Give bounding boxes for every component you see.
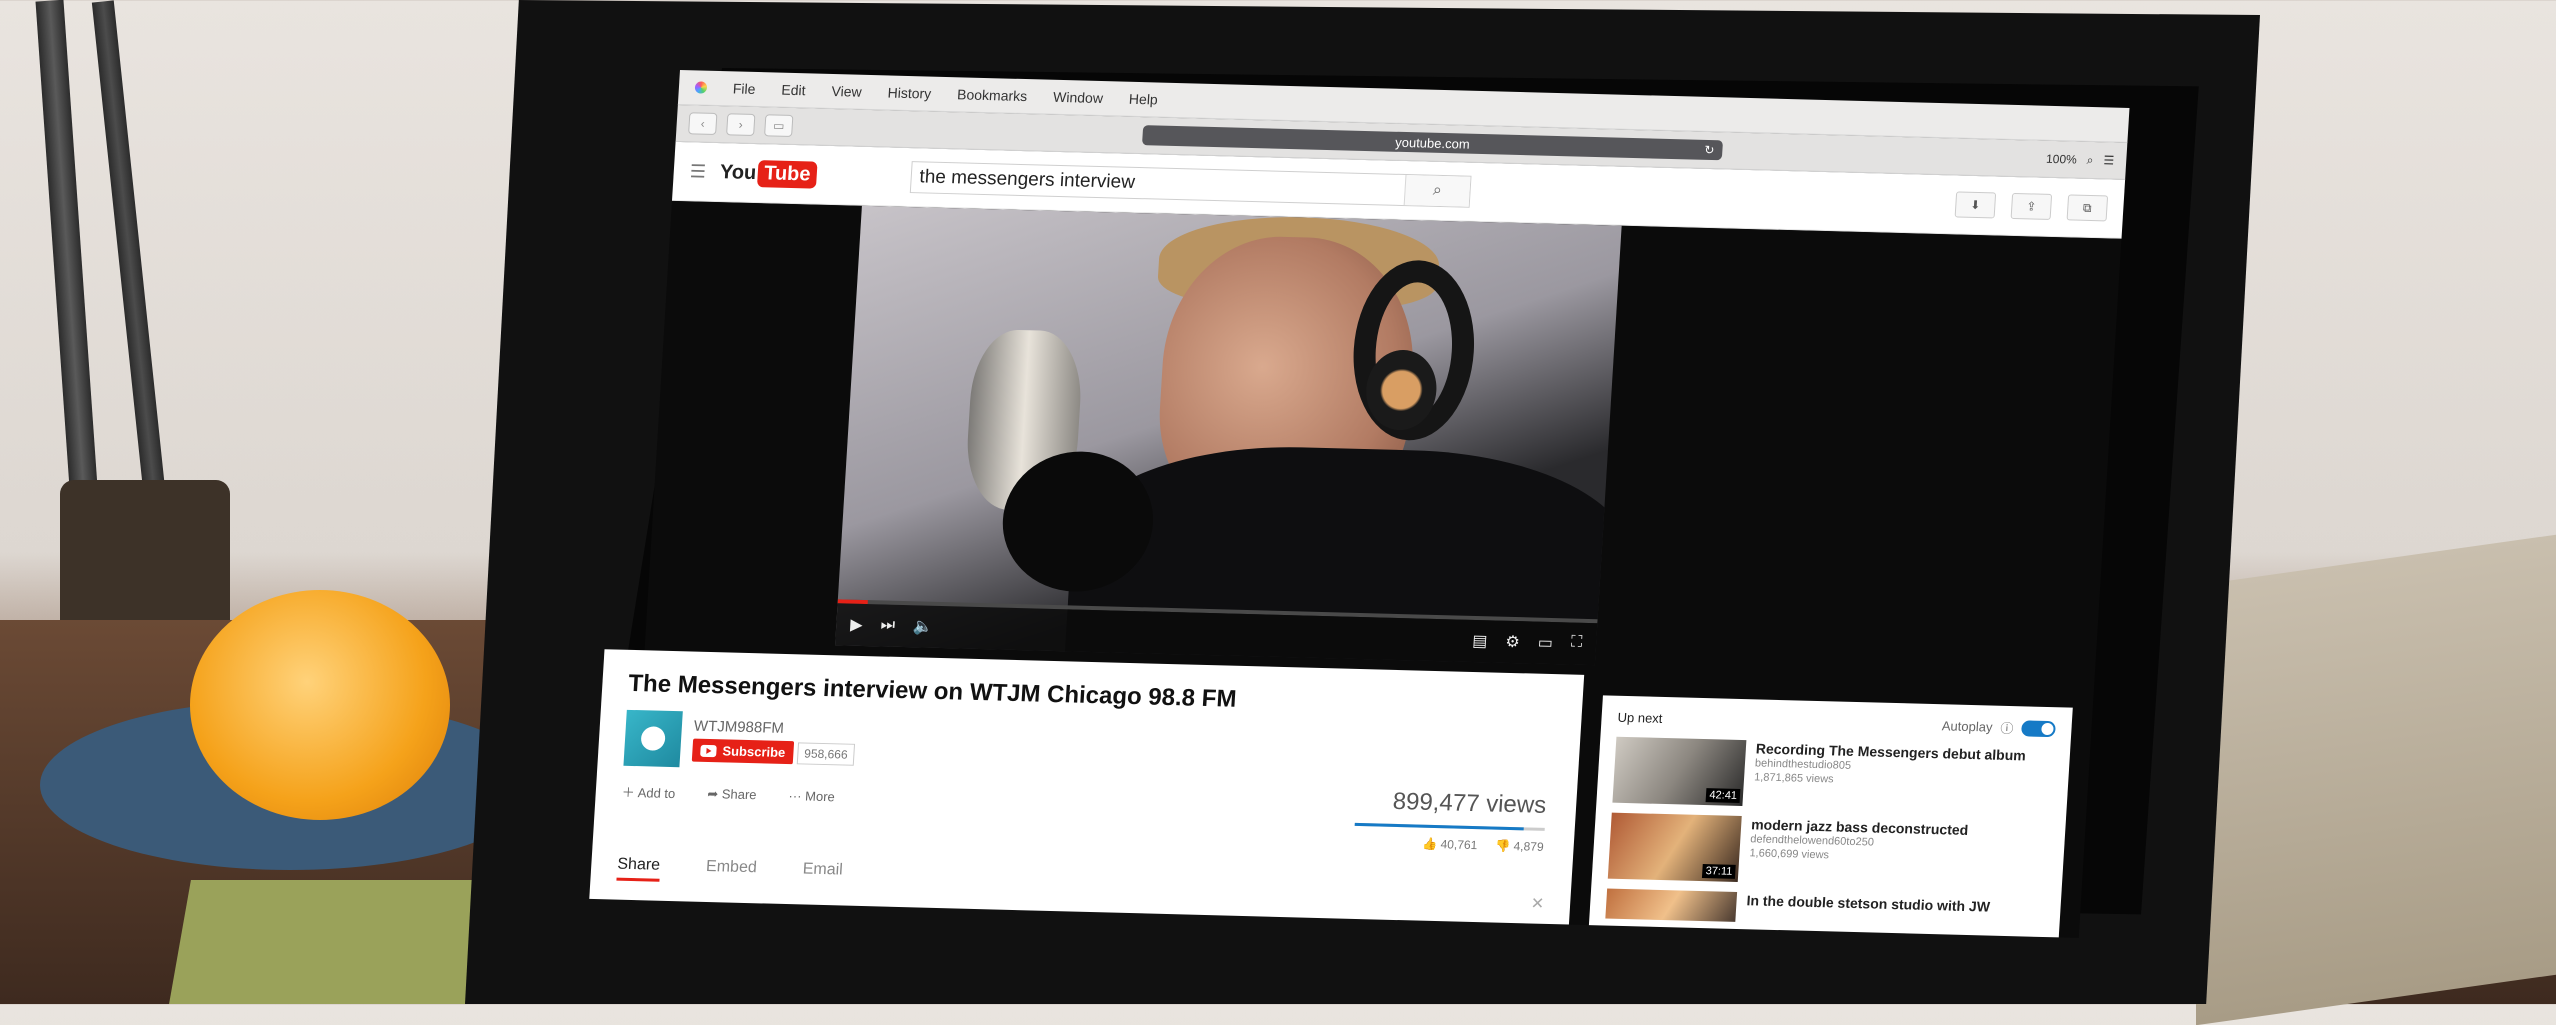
list-item[interactable]: 42:41 Recording The Messengers debut alb… bbox=[1612, 736, 2054, 814]
fullscreen-icon[interactable]: ⛶ bbox=[1570, 634, 1582, 654]
channel-name[interactable]: WTJM988FM bbox=[693, 718, 856, 739]
url-text: youtube.com bbox=[1394, 134, 1471, 152]
video-info-panel: The Messengers interview on WTJM Chicago… bbox=[589, 649, 1585, 925]
youtube-logo[interactable]: You Tube bbox=[719, 159, 818, 189]
duration-badge: 37:11 bbox=[1702, 864, 1736, 879]
share-label: Share bbox=[721, 785, 758, 802]
video-thumbnail[interactable]: 42:41 bbox=[1612, 736, 1747, 807]
share-tabs: Share Embed Email bbox=[616, 855, 843, 887]
share-arrow-icon: ➦ bbox=[706, 785, 719, 801]
channel-avatar[interactable] bbox=[623, 709, 683, 768]
item-title[interactable]: In the double stetson studio with JW bbox=[1746, 892, 1990, 914]
volume-icon[interactable]: 🔈 bbox=[912, 616, 933, 636]
add-to-label: Add to bbox=[637, 785, 676, 802]
list-item[interactable]: 37:11 modern jazz bass deconstructed def… bbox=[1607, 812, 2050, 890]
menu-edit[interactable]: Edit bbox=[781, 82, 806, 99]
lamp-pole bbox=[35, 0, 103, 561]
share-button[interactable]: ➦ Share bbox=[707, 785, 757, 802]
subscribe-button[interactable]: Subscribe bbox=[691, 738, 795, 765]
apple-icon[interactable] bbox=[694, 81, 708, 94]
page-content: ▶ ⏭ 🔈 ▤ ⚙ ▭ ⛶ The Messengers interview o… bbox=[589, 200, 2122, 938]
like-button[interactable]: 👍 40,761 bbox=[1422, 837, 1478, 852]
duration-badge: 42:41 bbox=[1706, 788, 1741, 803]
list-icon[interactable]: ☰ bbox=[2103, 153, 2115, 167]
captions-icon[interactable]: ▤ bbox=[1472, 631, 1488, 651]
info-icon[interactable]: ⓘ bbox=[2000, 718, 2014, 737]
video-thumbnail[interactable] bbox=[1605, 888, 1738, 922]
tab-share[interactable]: Share bbox=[616, 855, 661, 882]
lamp-pole bbox=[91, 0, 171, 540]
zoom-status: 100% ⌕ ☰ bbox=[2046, 151, 2115, 168]
like-ratio-fill bbox=[1354, 822, 1524, 831]
settings-icon[interactable]: ⚙ bbox=[1505, 632, 1521, 652]
logo-tube: Tube bbox=[757, 159, 818, 189]
dislike-button[interactable]: 👎 4,879 bbox=[1495, 839, 1544, 854]
orange bbox=[190, 590, 450, 820]
list-item[interactable]: In the double stetson studio with JW bbox=[1605, 888, 2045, 930]
autoplay-label: Autoplay bbox=[1941, 718, 1993, 735]
paper-stack bbox=[2196, 534, 2556, 1025]
guide-menu-icon[interactable]: ☰ bbox=[689, 161, 706, 182]
channel-row: WTJM988FM Subscribe 958,666 bbox=[623, 709, 1554, 790]
tabs-icon[interactable]: ⧉ bbox=[2066, 194, 2109, 222]
plus-icon: ＋ bbox=[621, 784, 636, 801]
menu-view[interactable]: View bbox=[831, 83, 862, 100]
player-controls-right: ▤ ⚙ ▭ ⛶ bbox=[1472, 631, 1583, 654]
youtube-play-icon bbox=[700, 744, 717, 757]
search-icon[interactable]: ⌕ bbox=[2086, 152, 2094, 167]
tab-embed[interactable]: Embed bbox=[705, 858, 758, 884]
subscriber-count: 958,666 bbox=[796, 741, 856, 766]
sidebar-toggle-button[interactable]: ▭ bbox=[764, 114, 794, 137]
search-box[interactable]: the messengers interview ⌕ bbox=[909, 161, 1472, 208]
zoom-level: 100% bbox=[2045, 151, 2078, 167]
tab-email[interactable]: Email bbox=[802, 860, 843, 886]
thumbs-up-icon: 👍 bbox=[1421, 836, 1438, 852]
more-dots-icon: ··· bbox=[788, 788, 803, 804]
autoplay-toggle[interactable] bbox=[2021, 719, 2056, 737]
share-icon[interactable]: ⇪ bbox=[2010, 192, 2053, 220]
download-icon[interactable]: ⬇ bbox=[1954, 191, 1997, 219]
view-count: 899,477 views bbox=[1391, 787, 1547, 819]
search-icon: ⌕ bbox=[1432, 181, 1443, 199]
menu-file[interactable]: File bbox=[732, 80, 756, 97]
close-icon[interactable]: ✕ bbox=[1530, 894, 1545, 914]
menu-bookmarks[interactable]: Bookmarks bbox=[957, 86, 1028, 104]
more-label: More bbox=[804, 788, 836, 805]
dislike-count: 4,879 bbox=[1513, 839, 1545, 854]
header-right: ⬇ ⇪ ⧉ bbox=[1954, 191, 2109, 222]
more-button[interactable]: ··· More bbox=[788, 788, 835, 804]
up-next-panel: Up next Autoplay ⓘ 42:41 Recording The M… bbox=[1588, 695, 2073, 938]
up-next-label: Up next bbox=[1617, 709, 1663, 726]
subscribe-wrap: Subscribe 958,666 bbox=[691, 738, 856, 766]
subscribe-label: Subscribe bbox=[722, 743, 786, 760]
browser-window: File Edit View History Bookmarks Window … bbox=[589, 70, 2130, 977]
next-icon[interactable]: ⏭ bbox=[880, 616, 895, 634]
theater-icon[interactable]: ▭ bbox=[1537, 633, 1553, 653]
autoplay-control: Autoplay ⓘ bbox=[1941, 716, 2056, 738]
add-to-button[interactable]: ＋ Add to bbox=[621, 782, 676, 802]
menu-window[interactable]: Window bbox=[1053, 89, 1104, 106]
address-bar[interactable]: youtube.com ↻ bbox=[1141, 125, 1724, 161]
video-player[interactable]: ▶ ⏭ 🔈 ▤ ⚙ ▭ ⛶ bbox=[835, 205, 1622, 666]
rating-buttons: 👍 40,761 👎 4,879 bbox=[1422, 837, 1544, 854]
back-button[interactable]: ‹ bbox=[688, 112, 718, 135]
forward-button[interactable]: › bbox=[726, 113, 756, 136]
search-input[interactable]: the messengers interview bbox=[919, 166, 1136, 194]
reload-icon[interactable]: ↻ bbox=[1704, 143, 1715, 157]
thumbs-down-icon: 👎 bbox=[1494, 838, 1511, 853]
play-icon[interactable]: ▶ bbox=[850, 615, 864, 635]
search-button[interactable]: ⌕ bbox=[1403, 175, 1471, 207]
logo-you: You bbox=[719, 160, 757, 184]
menu-history[interactable]: History bbox=[887, 84, 932, 101]
menu-help[interactable]: Help bbox=[1128, 91, 1158, 108]
up-next-header: Up next Autoplay ⓘ bbox=[1617, 708, 2056, 738]
video-thumbnail[interactable]: 37:11 bbox=[1607, 812, 1742, 882]
like-count: 40,761 bbox=[1440, 837, 1478, 853]
